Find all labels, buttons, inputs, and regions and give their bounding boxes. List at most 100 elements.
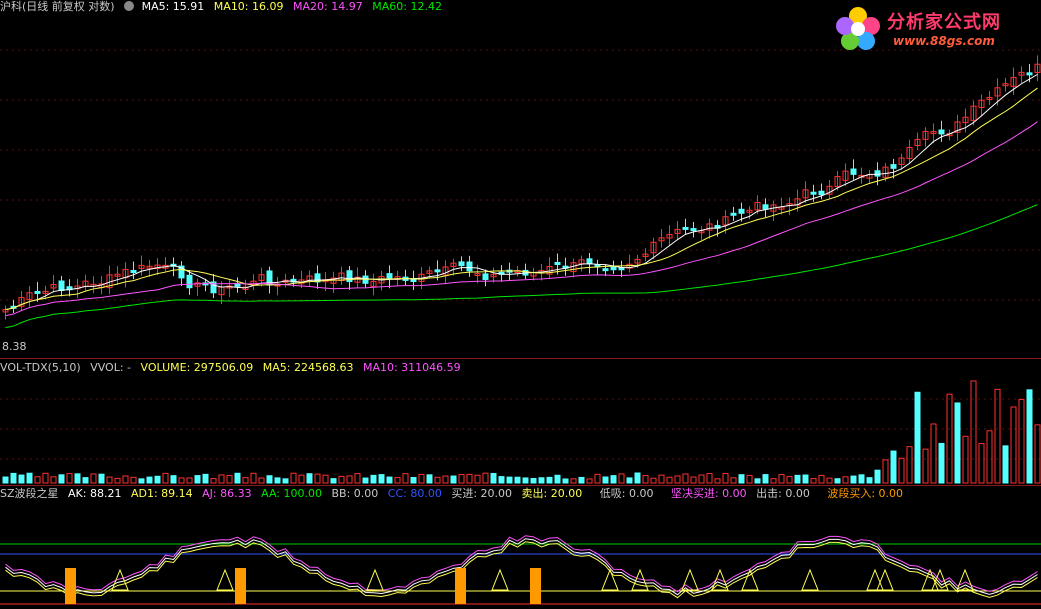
volume-bar: [754, 478, 761, 484]
low-price-label: 8.38: [2, 340, 27, 353]
volume-chart[interactable]: [0, 359, 1041, 485]
candle-body: [554, 262, 561, 266]
volume-panel[interactable]: VOL-TDX(5,10) VVOL: - VOLUME: 297506.09 …: [0, 359, 1041, 485]
volume-bar: [618, 473, 625, 484]
volume-bar: [794, 474, 801, 484]
volume-bar: [154, 475, 161, 484]
candle-body: [130, 270, 137, 274]
volume-bar: [650, 477, 657, 484]
price-chart[interactable]: [0, 0, 1041, 358]
volume-bar: [106, 476, 113, 484]
candle-body: [738, 208, 745, 214]
volume-bar: [410, 477, 417, 484]
candle-body: [682, 226, 689, 230]
volume-bar: [146, 476, 153, 484]
candle-body: [58, 280, 65, 291]
candle-body: [602, 268, 609, 272]
volume-bar: [866, 477, 873, 484]
volume-bar: [266, 475, 273, 484]
volume-bar: [834, 478, 841, 484]
volume-bar: [626, 477, 633, 484]
volume-bar: [1010, 406, 1017, 484]
indicator-chart[interactable]: [0, 486, 1041, 609]
volume-bar: [770, 478, 777, 484]
volume-bar: [194, 475, 201, 484]
volume-bar: [290, 472, 297, 484]
volume-bar: [258, 477, 265, 484]
volume-bar: [498, 476, 505, 484]
volume-bar: [1018, 398, 1025, 484]
volume-bar: [274, 477, 281, 484]
volume-bar: [10, 472, 17, 484]
volume-bar: [482, 472, 489, 484]
volume-bar: [810, 478, 817, 484]
volume-bar: [82, 477, 89, 484]
volume-bar: [314, 473, 321, 484]
volume-bar: [882, 459, 889, 484]
candle-body: [890, 164, 897, 169]
volume-bar: [362, 477, 369, 484]
watermark-logo: 分析家公式网 www.88gs.com: [833, 4, 1033, 52]
candle-body: [762, 204, 769, 210]
volume-bar: [114, 477, 121, 484]
volume-bar: [578, 476, 585, 484]
volume-bar: [938, 442, 945, 484]
volume-bar: [522, 477, 529, 484]
candle-body: [850, 168, 857, 175]
volume-bar: [426, 474, 433, 484]
volume-bar: [418, 473, 425, 484]
volume-bar: [826, 477, 833, 484]
volume-bar: [434, 476, 441, 484]
volume-bar: [354, 473, 361, 484]
volume-bar: [98, 473, 105, 484]
triangle-signal: [956, 568, 974, 591]
volume-bar: [602, 476, 609, 484]
volume-bar: [738, 474, 745, 484]
buy-signal-bar: [455, 568, 466, 604]
volume-bar: [842, 476, 849, 484]
volume-bar: [914, 391, 921, 484]
volume-bar: [386, 476, 393, 484]
candle-body: [186, 274, 193, 289]
triangle-signal: [366, 568, 384, 591]
volume-bar: [922, 448, 929, 484]
volume-bar: [138, 478, 145, 484]
buy-signal-bar: [65, 568, 76, 604]
volume-bar: [298, 474, 305, 484]
volume-bar: [746, 474, 753, 484]
indicator-panel[interactable]: SZ波段之星 AK: 88.21 AD1: 89.14 AJ: 86.33 AA…: [0, 486, 1041, 609]
volume-bar: [346, 475, 353, 484]
price-panel[interactable]: 沪科(日线 前复权 对数) MA5: 15.91 MA10: 16.09 MA2…: [0, 0, 1041, 358]
volume-bar: [1034, 424, 1041, 484]
volume-bar: [890, 450, 897, 484]
volume-bar: [722, 473, 729, 484]
volume-bar: [402, 473, 409, 484]
volume-bar: [818, 474, 825, 484]
volume-bar: [666, 476, 673, 484]
volume-bar: [186, 477, 193, 484]
candle-body: [1026, 72, 1033, 76]
volume-bar: [674, 475, 681, 484]
candle-body: [466, 261, 473, 272]
candle-body: [690, 228, 697, 232]
candle-body: [874, 170, 881, 177]
volume-bar: [954, 402, 961, 484]
volume-bar: [490, 472, 497, 484]
volume-bar: [210, 478, 217, 484]
volume-bar: [450, 475, 457, 484]
volume-bar: [562, 478, 569, 484]
volume-bar: [458, 474, 465, 484]
volume-bar: [946, 393, 953, 484]
candle-body: [810, 191, 817, 195]
volume-bar: [730, 477, 737, 484]
volume-bar: [42, 472, 49, 484]
watermark-url: www.88gs.com: [893, 34, 995, 48]
ma20-line: [5, 121, 1038, 317]
triangle-signal: [741, 568, 759, 591]
volume-bar: [570, 478, 577, 484]
volume-bar: [218, 474, 225, 484]
volume-bar: [802, 474, 809, 484]
volume-bar: [970, 380, 977, 484]
triangle-signal: [491, 568, 509, 591]
volume-bar: [586, 478, 593, 484]
